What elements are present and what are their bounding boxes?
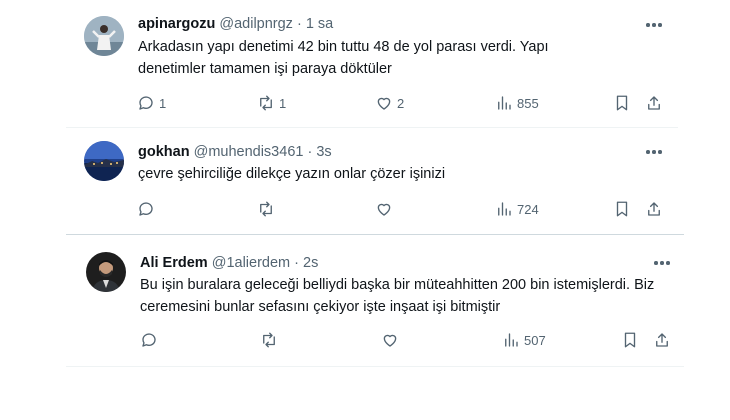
- reply-button[interactable]: 1: [137, 93, 166, 113]
- views-icon: [498, 96, 511, 110]
- timestamp[interactable]: 2s: [303, 255, 318, 271]
- share-icon: [656, 333, 668, 347]
- timestamp[interactable]: 1 sa: [306, 16, 333, 32]
- separator-dot: ·: [307, 144, 313, 160]
- reply-button[interactable]: [140, 330, 162, 350]
- retweet-button[interactable]: [260, 330, 282, 350]
- like-count: 2: [397, 95, 405, 111]
- retweet-icon: [260, 201, 272, 217]
- share-icon: [648, 202, 660, 216]
- reply-button[interactable]: [137, 199, 159, 219]
- avatar[interactable]: [84, 16, 124, 56]
- like-button[interactable]: [381, 330, 403, 350]
- retweet-icon: [263, 332, 275, 348]
- reply-icon: [139, 202, 153, 216]
- views-count: 855: [517, 95, 539, 111]
- user-handle[interactable]: @adilpnrgz: [219, 16, 293, 32]
- views-count: 724: [517, 201, 539, 217]
- bookmark-icon: [624, 332, 636, 348]
- reply-icon: [142, 333, 156, 347]
- like-icon: [377, 203, 391, 216]
- views-button[interactable]: 855: [495, 93, 539, 113]
- retweet-button[interactable]: 1: [257, 93, 286, 113]
- like-icon: [383, 334, 397, 347]
- tweet-header: Ali Erdem @1alierdem · 2s: [140, 254, 318, 272]
- tweet-header: apinargozu @adilpnrgz · 1 sa: [138, 15, 333, 33]
- share-button[interactable]: [645, 93, 663, 113]
- more-icon[interactable]: [643, 143, 665, 161]
- retweet-button[interactable]: [257, 199, 279, 219]
- reply-icon: [139, 96, 153, 110]
- separator-dot: ·: [296, 16, 302, 32]
- divider: [66, 127, 678, 128]
- user-handle[interactable]: @1alierdem: [212, 255, 290, 271]
- divider: [66, 366, 684, 367]
- avatar[interactable]: [86, 252, 126, 292]
- reply-feed: apinargozu @adilpnrgz · 1 sa Arkadasın y…: [0, 0, 730, 420]
- views-icon: [498, 202, 511, 216]
- tweet-text: Arkadasın yapı denetimi 42 bin tuttu 48 …: [138, 39, 549, 77]
- user-handle[interactable]: @muhendis3461: [194, 144, 304, 160]
- tweet-text: Bu işin buralara geleceği belliydi başka…: [140, 277, 655, 315]
- avatar[interactable]: [84, 141, 124, 181]
- share-button[interactable]: [653, 330, 671, 350]
- bookmark-icon: [616, 201, 628, 217]
- tweet-header: gokhan @muhendis3461 · 3s: [138, 143, 332, 161]
- like-button[interactable]: 2: [375, 93, 404, 113]
- retweet-icon: [260, 95, 272, 111]
- views-count: 507: [524, 332, 546, 348]
- share-button[interactable]: [645, 199, 663, 219]
- divider: [66, 234, 684, 235]
- timestamp[interactable]: 3s: [316, 144, 331, 160]
- bookmark-button[interactable]: [613, 199, 631, 219]
- like-button[interactable]: [375, 199, 397, 219]
- display-name[interactable]: apinargozu: [138, 16, 215, 32]
- retweet-count: 1: [279, 95, 287, 111]
- more-icon[interactable]: [643, 16, 665, 34]
- more-icon[interactable]: [651, 254, 673, 272]
- display-name[interactable]: gokhan: [138, 144, 190, 160]
- views-button[interactable]: 724: [495, 199, 539, 219]
- bookmark-icon: [616, 95, 628, 111]
- reply-count: 1: [159, 95, 167, 111]
- separator-dot: ·: [294, 255, 299, 271]
- views-button[interactable]: 507: [502, 330, 546, 350]
- views-icon: [505, 333, 518, 347]
- tweet-text: çevre şehirciliğe dilekçe yazın onlar çö…: [138, 166, 446, 182]
- share-icon: [648, 96, 660, 110]
- bookmark-button[interactable]: [621, 330, 639, 350]
- display-name[interactable]: Ali Erdem: [140, 255, 208, 271]
- like-icon: [377, 97, 391, 110]
- bookmark-button[interactable]: [613, 93, 631, 113]
